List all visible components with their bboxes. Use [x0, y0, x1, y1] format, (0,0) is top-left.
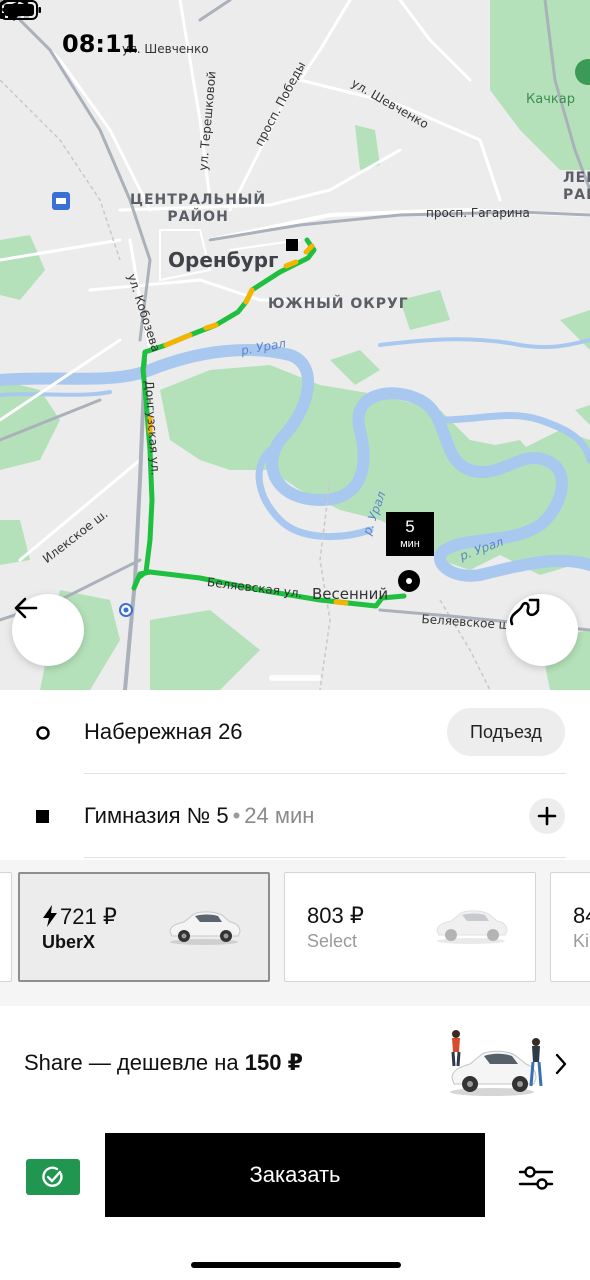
- map-view[interactable]: ул. Шевченко ул. Шевченко просп. Победы …: [0, 0, 590, 690]
- eta-value: 5: [405, 517, 415, 536]
- add-stop-button[interactable]: [529, 798, 565, 834]
- share-text-prefix: Share — дешевле на: [24, 1050, 245, 1075]
- entrance-button[interactable]: Подъезд: [447, 708, 565, 756]
- route-icon: [509, 598, 540, 626]
- share-car-people-icon: [450, 1030, 543, 1096]
- order-bar: Заказать: [0, 1132, 590, 1222]
- tariff-name: Ki: [573, 931, 590, 951]
- plus-icon: [537, 806, 557, 826]
- share-text: Share — дешевле на 150 ₽: [24, 1050, 303, 1076]
- tariff-name: Select: [307, 931, 358, 951]
- tariff-card-previous[interactable]: [0, 872, 12, 982]
- street-label: просп. Гагарина: [426, 206, 530, 220]
- separator: •: [232, 803, 241, 828]
- district-label: ЦЕНТРАЛЬНЫЙ РАЙОН: [130, 192, 267, 225]
- divider: [84, 857, 566, 858]
- arrow-left-icon: [14, 597, 38, 619]
- destination-square-icon: [36, 810, 49, 823]
- car-icon: [169, 911, 241, 945]
- district-label: ЮЖНЫЙ ОКРУГ: [268, 296, 409, 312]
- payment-method-button[interactable]: [26, 1159, 80, 1195]
- back-button[interactable]: [12, 594, 84, 666]
- pickup-circle-icon: [36, 726, 50, 740]
- destination-row[interactable]: Гимназия № 5 • 24 мин: [0, 774, 590, 858]
- place-label: Весенний: [312, 585, 389, 603]
- home-indicator[interactable]: [191, 1262, 401, 1268]
- city-label: Оренбург: [168, 248, 279, 272]
- pickup-row[interactable]: Набережная 26 Подъезд: [0, 690, 590, 774]
- booking-sheet: Набережная 26 Подъезд Гимназия № 5 • 24 ми…: [0, 675, 590, 1280]
- destination-marker: [286, 239, 298, 251]
- route-overview-button[interactable]: [506, 594, 578, 666]
- tariff-carousel[interactable]: 721 ₽ UberX 803 ₽ Select 84: [0, 860, 590, 1006]
- tariff-price: 803 ₽: [307, 903, 364, 928]
- car-icon: [436, 910, 508, 944]
- check-circle-icon: [42, 1166, 63, 1187]
- destination-address: Гимназия № 5: [84, 803, 229, 828]
- order-button[interactable]: Заказать: [105, 1133, 485, 1217]
- chevron-right-icon: [555, 1053, 567, 1075]
- tariff-price: 84: [573, 903, 590, 928]
- tariff-name: UberX: [42, 932, 96, 952]
- status-time: 08:11: [62, 30, 139, 58]
- ride-settings-button[interactable]: [516, 1158, 556, 1198]
- place-label: Качкар: [526, 92, 575, 107]
- tariff-price: 721 ₽: [60, 904, 117, 929]
- tariff-card-uberx[interactable]: 721 ₽ UberX: [18, 872, 270, 982]
- tariff-price-line: 721 ₽: [42, 904, 117, 930]
- lightning-icon: [43, 905, 57, 927]
- sliders-icon: [518, 1166, 554, 1190]
- pickup-address: Набережная 26: [84, 719, 243, 744]
- trip-duration: 24 мин: [244, 803, 315, 828]
- status-bar: 08:11: [0, 0, 590, 90]
- eta-badge: 5 мин: [386, 512, 434, 556]
- eta-unit: мин: [400, 538, 420, 550]
- share-discount: 150 ₽: [244, 1050, 303, 1075]
- sheet-grabber[interactable]: [269, 675, 321, 681]
- share-option-row[interactable]: Share — дешевле на 150 ₽: [0, 1020, 590, 1108]
- district-label: ЛЕНИН РАЙ: [563, 170, 590, 203]
- destination-line: Гимназия № 5 • 24 мин: [84, 803, 314, 829]
- battery-icon: [0, 0, 41, 20]
- tariff-card-select[interactable]: 803 ₽ Select: [284, 872, 536, 982]
- tariff-card-next[interactable]: 84 Ki: [550, 872, 590, 982]
